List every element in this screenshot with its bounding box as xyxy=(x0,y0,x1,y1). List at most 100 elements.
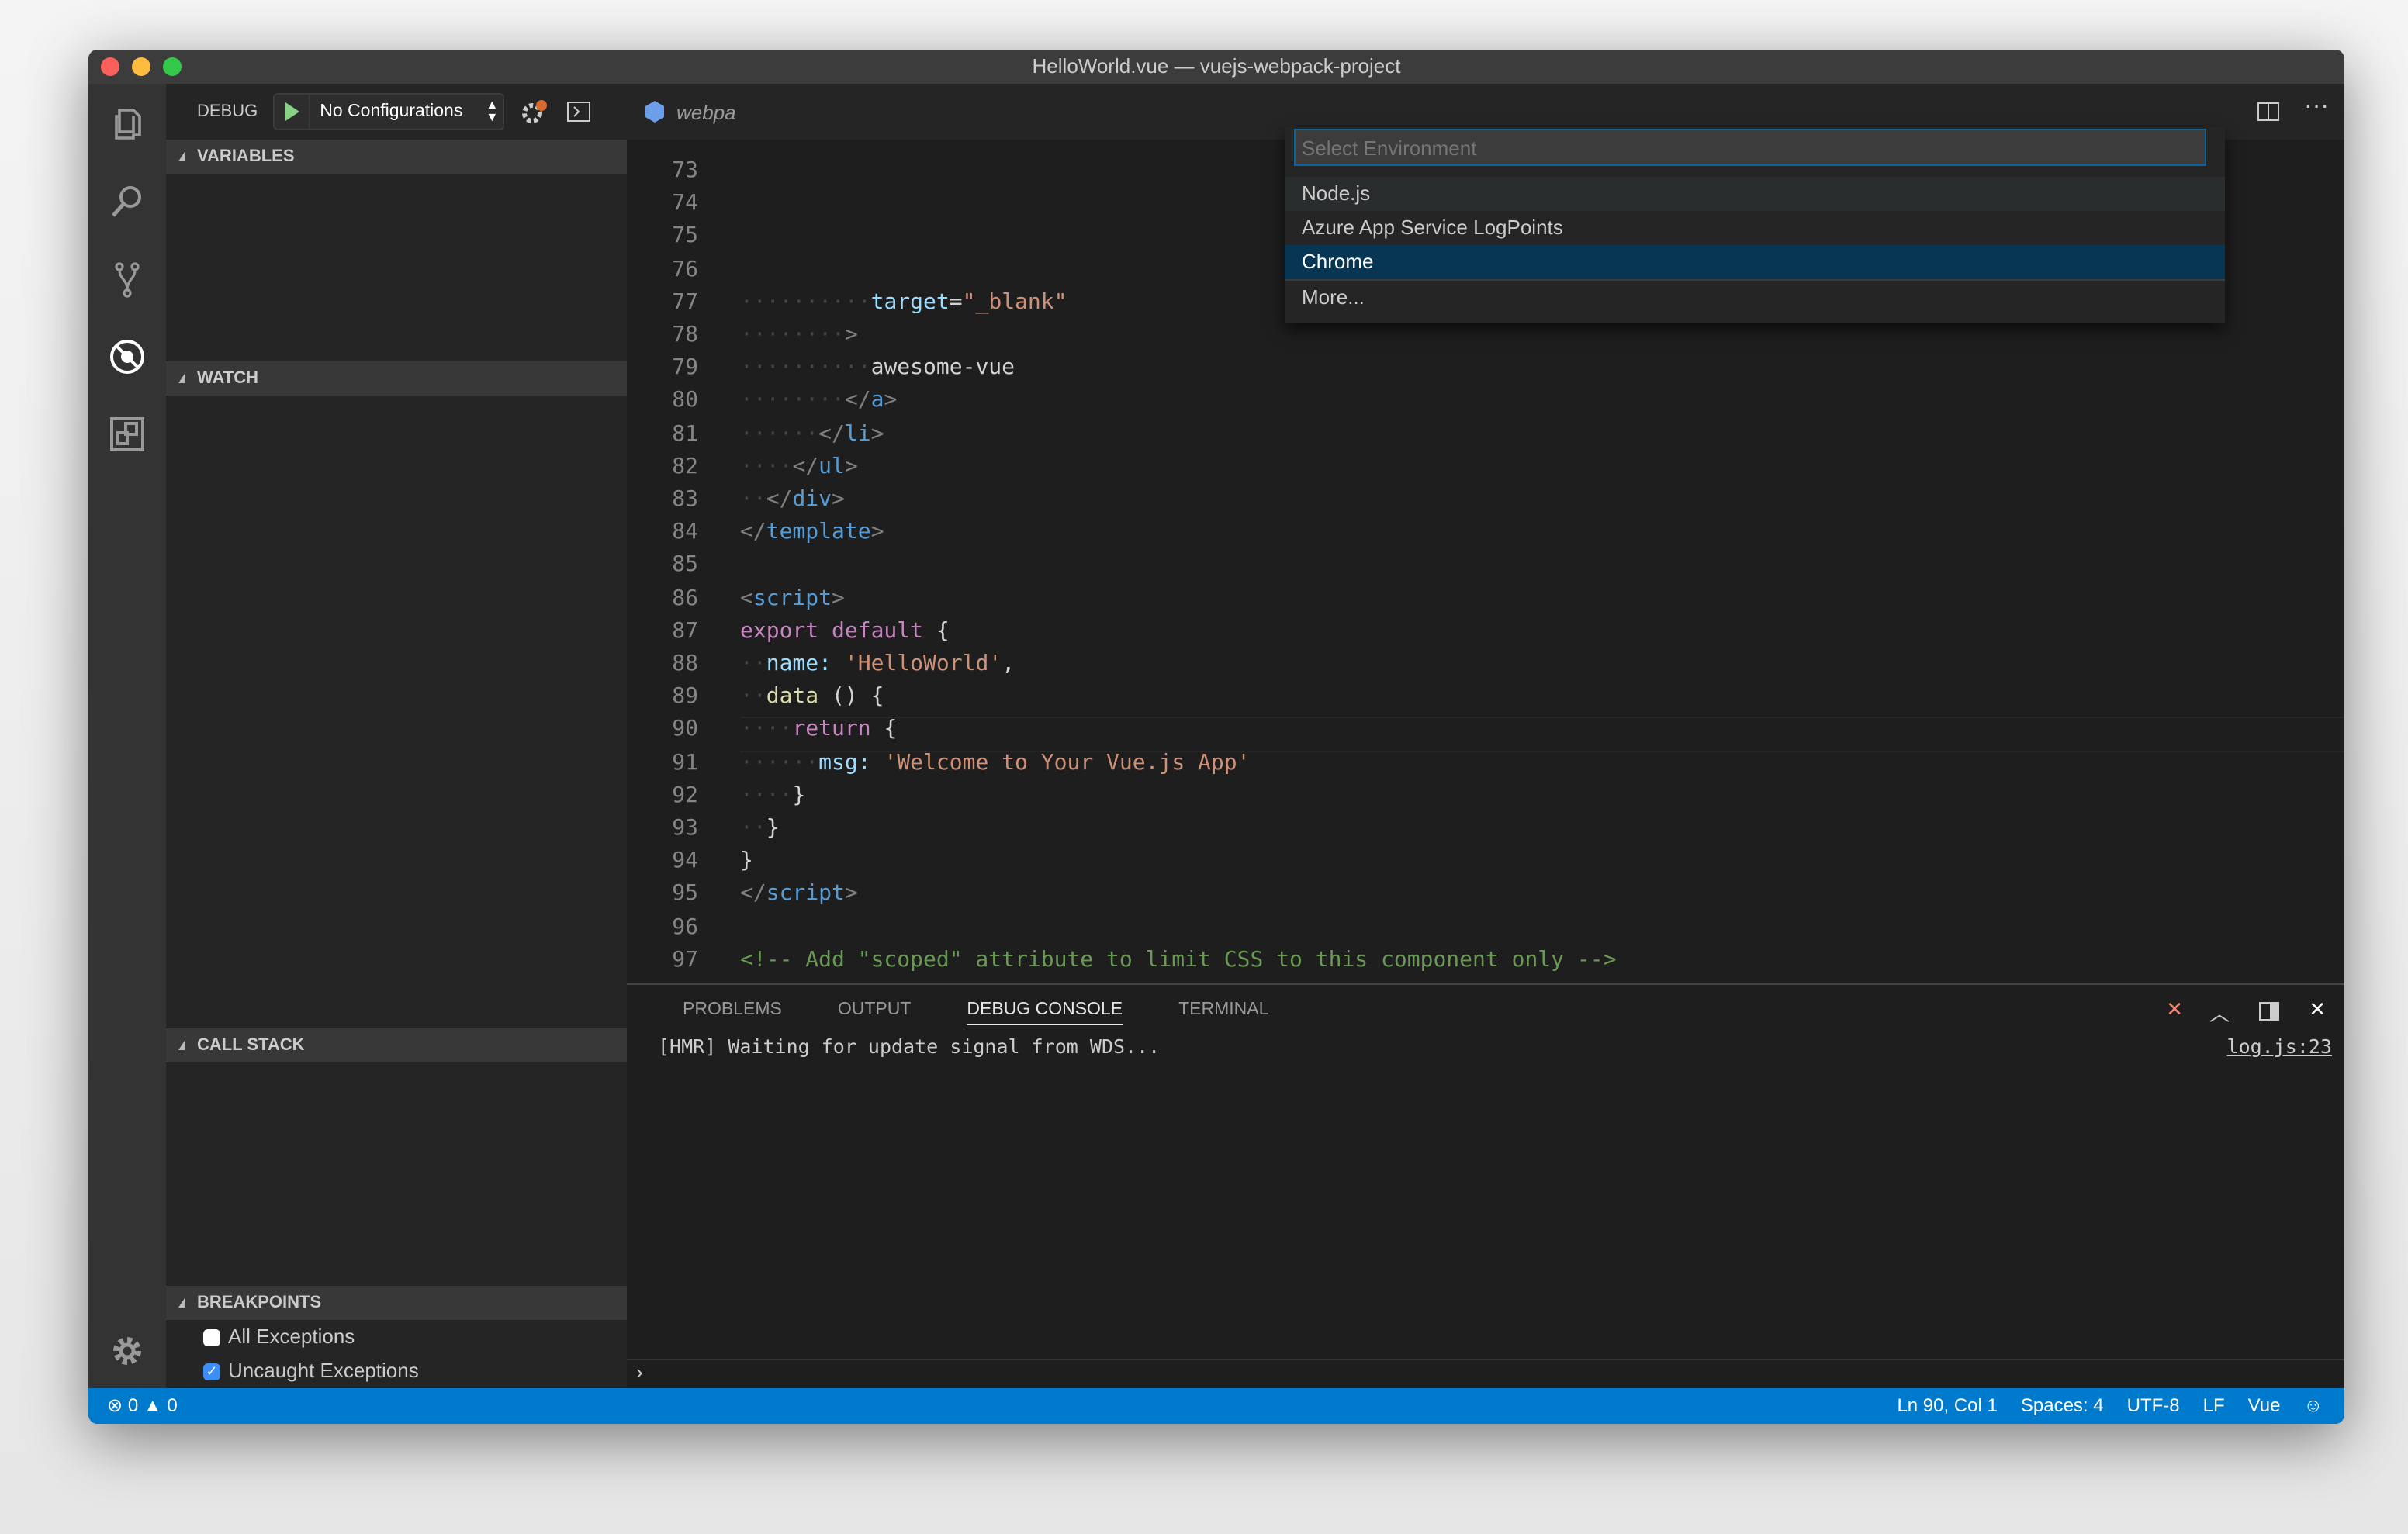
line-number: 95 xyxy=(672,881,698,907)
feedback-smiley-icon[interactable]: ☺ xyxy=(2303,1388,2323,1424)
quick-pick-item[interactable]: Chrome xyxy=(1285,245,2225,279)
section-title: VARIABLES xyxy=(197,147,295,166)
indent-whitespace: ·· xyxy=(740,684,766,710)
watch-section-header[interactable]: WATCH xyxy=(166,361,627,396)
checkbox-checked[interactable]: ✓ xyxy=(203,1363,220,1380)
code-line: ····</ul> xyxy=(740,454,858,479)
explorer-icon[interactable] xyxy=(109,105,146,143)
breakpoint-label: All Exceptions xyxy=(228,1325,355,1348)
quick-pick-item[interactable]: Azure App Service LogPoints xyxy=(1285,211,2225,245)
code-line: ··</div> xyxy=(740,487,845,512)
panel-tab[interactable]: OUTPUT xyxy=(838,1000,912,1019)
breakpoint-all-exceptions[interactable]: All Exceptions xyxy=(166,1320,627,1354)
warning-icon: ▲ xyxy=(143,1394,162,1416)
gear-icon[interactable] xyxy=(520,98,551,126)
variables-section-header[interactable]: VARIABLES xyxy=(166,140,627,174)
code-line: <!-- Add "scoped" attribute to limit CSS… xyxy=(740,948,1616,973)
close-panel-icon[interactable]: ✕ xyxy=(2309,997,2326,1022)
warning-count: 0 xyxy=(167,1394,178,1416)
code-line: ······msg: 'Welcome to Your Vue.js App' xyxy=(740,750,1251,775)
code-token: } xyxy=(792,783,806,808)
checkbox[interactable] xyxy=(203,1328,220,1346)
maximize-window-button[interactable] xyxy=(163,57,182,76)
quick-pick: Node.jsAzure App Service LogPointsChrome… xyxy=(1285,127,2225,323)
code-token: a xyxy=(870,388,884,413)
more-actions-icon[interactable]: ··· xyxy=(2304,93,2329,121)
code-token: awesome-vue xyxy=(870,355,1015,381)
encoding[interactable]: UTF-8 xyxy=(2127,1388,2180,1424)
error-icon: ⊗ xyxy=(107,1394,123,1416)
debug-sidebar: DEBUG No Configurations ▲ ▼ VARIABLES WATC… xyxy=(166,84,627,1388)
minimize-window-button[interactable] xyxy=(132,57,150,76)
code-token: , xyxy=(1002,651,1015,676)
line-number: 92 xyxy=(672,783,698,808)
language-mode[interactable]: Vue xyxy=(2248,1388,2281,1424)
problems-indicator[interactable]: ⊗ 0 ▲ 0 xyxy=(107,1388,178,1424)
source-control-icon[interactable] xyxy=(109,261,146,298)
quick-pick-item[interactable]: Node.js xyxy=(1285,177,2225,211)
error-count: 0 xyxy=(127,1394,139,1416)
panel-tab[interactable]: TERMINAL xyxy=(1178,1000,1268,1019)
breakpoint-uncaught-exceptions[interactable]: ✓ Uncaught Exceptions xyxy=(166,1354,627,1388)
code-token: > xyxy=(844,323,858,347)
close-window-button[interactable] xyxy=(101,57,119,76)
editor-tab[interactable]: webpa xyxy=(645,84,736,140)
code-token: </ xyxy=(766,487,793,512)
panel-tab[interactable]: DEBUG CONSOLE xyxy=(967,1000,1123,1025)
editor: webpa ··· 73 74 75 76 77 ··········target="_b… xyxy=(627,84,2344,983)
title-bar: HelloWorld.vue — vuejs-webpack-project xyxy=(88,50,2344,84)
line-number: 80 xyxy=(672,388,698,413)
debug-icon[interactable] xyxy=(109,338,146,375)
indent-whitespace: ·· xyxy=(740,487,766,512)
start-debugging-button[interactable] xyxy=(275,95,311,129)
indent-whitespace: ········ xyxy=(740,323,845,347)
code-line: export default { xyxy=(740,619,950,644)
line-ending[interactable]: LF xyxy=(2203,1388,2225,1424)
split-editor-icon[interactable] xyxy=(2258,102,2279,121)
line-number: 91 xyxy=(672,750,698,776)
indent-whitespace: ·········· xyxy=(740,355,871,381)
environment-search-input[interactable] xyxy=(1294,129,2206,166)
console-message: [HMR] Waiting for update signal from WDS… xyxy=(658,1035,1161,1058)
section-title: WATCH xyxy=(197,369,259,388)
code-token: <!-- Add "scoped" attribute to limit CSS… xyxy=(740,947,1617,973)
line-number: 93 xyxy=(672,816,698,841)
console-input[interactable]: › xyxy=(627,1359,2344,1388)
code-token: } xyxy=(766,816,780,841)
chevron-up-icon[interactable]: ︿ xyxy=(2209,997,2230,1027)
clear-console-icon[interactable]: ✕ xyxy=(2166,997,2183,1022)
extensions-icon[interactable] xyxy=(109,416,146,453)
window-title: HelloWorld.vue — vuejs-webpack-project xyxy=(1032,54,1401,78)
search-icon[interactable] xyxy=(109,183,146,220)
line-number: 76 xyxy=(672,257,698,282)
code-token: </ xyxy=(818,421,845,447)
code-token: 'Welcome to Your Vue.js App' xyxy=(884,750,1251,776)
code-line: ····return { xyxy=(740,717,897,742)
code-token: return xyxy=(792,717,871,742)
code-token: template xyxy=(766,520,871,545)
gear-icon[interactable] xyxy=(109,1332,146,1370)
code-token: { xyxy=(923,618,950,644)
code-line: <script> xyxy=(740,586,845,610)
code-line: ··} xyxy=(740,816,780,841)
code-line: ··name: 'HelloWorld', xyxy=(740,651,1015,676)
code-token: target xyxy=(870,289,950,315)
debug-console-icon[interactable] xyxy=(566,101,591,123)
quick-pick-item[interactable]: More... xyxy=(1285,279,2225,315)
section-title: CALL STACK xyxy=(197,1036,305,1055)
toggle-panel-position-icon[interactable] xyxy=(2259,1002,2279,1021)
code-line: ··········target="_blank" xyxy=(740,290,1067,315)
panel-tab[interactable]: PROBLEMS xyxy=(683,1000,782,1019)
source-link[interactable]: log.js:23 xyxy=(2227,1035,2332,1058)
line-number: 73 xyxy=(672,158,698,183)
code-token: { xyxy=(870,717,898,742)
code-token: div xyxy=(792,487,832,512)
breakpoints-section-header[interactable]: BREAKPOINTS xyxy=(166,1286,627,1320)
code-token: > xyxy=(832,487,845,512)
file-icon xyxy=(645,101,664,123)
configuration-dropdown[interactable]: No Configurations ▲ ▼ xyxy=(273,93,505,130)
cursor-position[interactable]: Ln 90, Col 1 xyxy=(1897,1388,1997,1424)
indentation[interactable]: Spaces: 4 xyxy=(2021,1388,2104,1424)
indent-whitespace: ······ xyxy=(740,750,819,776)
call-stack-section-header[interactable]: CALL STACK xyxy=(166,1028,627,1062)
